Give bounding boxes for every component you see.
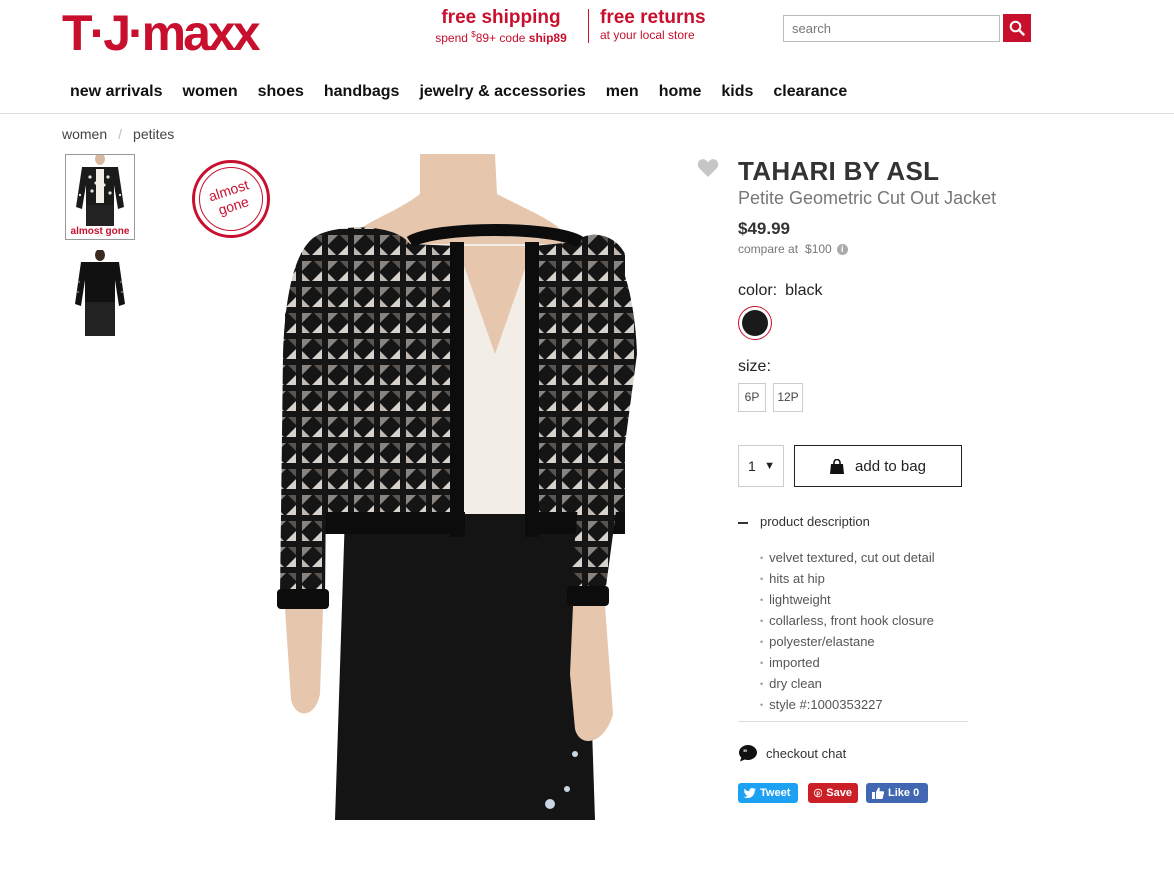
pinterest-save-button[interactable]: p Save [808, 783, 858, 803]
info-icon[interactable]: i [836, 243, 848, 255]
save-label: Save [826, 787, 852, 799]
list-item: style #:1000353227 [760, 695, 935, 716]
free-returns-promo[interactable]: free returns at your local store [600, 8, 706, 42]
product-price: $49.99 [738, 219, 790, 238]
svg-text:T·J·maxx: T·J·maxx [62, 6, 261, 58]
color-swatch-dot [742, 310, 768, 336]
color-label: color: [738, 282, 778, 299]
product-description-toggle[interactable]: product description [738, 514, 870, 529]
color-swatch-black[interactable] [738, 306, 772, 340]
breadcrumb-petites[interactable]: petites [133, 126, 174, 142]
almost-gone-badge: almost gone [192, 160, 270, 238]
checkout-chat-link[interactable]: " checkout chat [738, 744, 846, 762]
product-description-list: velvet textured, cut out detail hits at … [760, 548, 935, 716]
svg-text:p: p [816, 790, 820, 797]
nav-jewelry-accessories[interactable]: jewelry & accessories [409, 80, 595, 104]
color-value: black [785, 282, 823, 299]
thumbnail-front[interactable]: almost gone [65, 154, 135, 240]
list-item: imported [760, 653, 935, 674]
free-shipping-details: spend $89+ code ship89 [435, 30, 567, 45]
list-item: polyester/elastane [760, 632, 935, 653]
twitter-bird-icon [744, 788, 756, 798]
like-label: Like 0 [888, 787, 920, 799]
nav-kids[interactable]: kids [711, 80, 763, 104]
free-returns-title: free returns [600, 7, 706, 28]
pinterest-icon: p [814, 788, 823, 798]
quantity-select[interactable]: 1 ▼ [738, 445, 784, 487]
nav-clearance[interactable]: clearance [763, 80, 857, 104]
breadcrumb-women[interactable]: women [62, 126, 107, 142]
nav-home[interactable]: home [649, 80, 712, 104]
breadcrumb-separator: / [118, 126, 123, 142]
size-label: size: [738, 358, 771, 375]
svg-text:": " [743, 748, 747, 758]
product-description-label: product description [760, 514, 870, 529]
thumbnail-back[interactable] [65, 250, 135, 336]
dropdown-arrow-icon: ▼ [764, 460, 775, 472]
product-main-image[interactable] [195, 154, 700, 820]
compare-at-value: $100 [805, 242, 832, 256]
jacket-back-thumbnail-image [65, 250, 135, 336]
product-brand: TAHARI BY ASL [738, 156, 940, 186]
nav-men[interactable]: men [596, 80, 649, 104]
size-6p-button[interactable]: 6P [738, 383, 766, 412]
compare-at-price: compare at $100 i [738, 242, 848, 256]
facebook-like-button[interactable]: Like 0 [866, 783, 928, 803]
breadcrumb: women / petites [62, 126, 174, 142]
add-to-bag-label: add to bag [855, 457, 926, 475]
tjmaxx-logo[interactable]: T·J·maxx [62, 5, 274, 61]
thumbs-up-icon [872, 787, 884, 799]
chat-bubble-icon: " [739, 745, 757, 762]
promo-divider [588, 9, 589, 43]
description-divider [738, 721, 968, 722]
compare-at-label: compare at [738, 242, 799, 256]
list-item: lightweight [760, 590, 935, 611]
search-button[interactable] [1003, 14, 1031, 42]
nav-new-arrivals[interactable]: new arrivals [60, 80, 173, 104]
main-nav: new arrivals women shoes handbags jewelr… [60, 80, 857, 104]
nav-women[interactable]: women [173, 80, 248, 104]
product-name: Petite Geometric Cut Out Jacket [738, 188, 997, 208]
size-12p-button[interactable]: 12P [773, 383, 803, 412]
color-selector-label: color: black [738, 282, 822, 300]
shopping-bag-icon [830, 458, 845, 474]
header-divider [0, 113, 1174, 114]
free-returns-details: at your local store [600, 28, 695, 42]
list-item: velvet textured, cut out detail [760, 548, 934, 569]
search-icon [1009, 20, 1025, 36]
quantity-value: 1 [748, 458, 756, 474]
list-item: collarless, front hook closure [760, 611, 935, 632]
wishlist-heart-icon[interactable] [697, 158, 719, 183]
collapse-minus-icon [738, 521, 748, 524]
list-item: hits at hip [760, 569, 935, 590]
free-shipping-title: free shipping [441, 7, 561, 28]
add-to-bag-button[interactable]: add to bag [794, 445, 962, 487]
nav-handbags[interactable]: handbags [314, 80, 410, 104]
thumbnail-almost-gone-badge: almost gone [67, 226, 133, 238]
tweet-label: Tweet [760, 787, 791, 799]
search-input[interactable] [783, 15, 1000, 42]
checkout-chat-label: checkout chat [766, 745, 847, 761]
free-shipping-promo[interactable]: free shipping spend $89+ code ship89 [426, 8, 576, 45]
list-item: dry clean [760, 674, 935, 695]
nav-shoes[interactable]: shoes [248, 80, 314, 104]
tweet-button[interactable]: Tweet [738, 783, 798, 803]
